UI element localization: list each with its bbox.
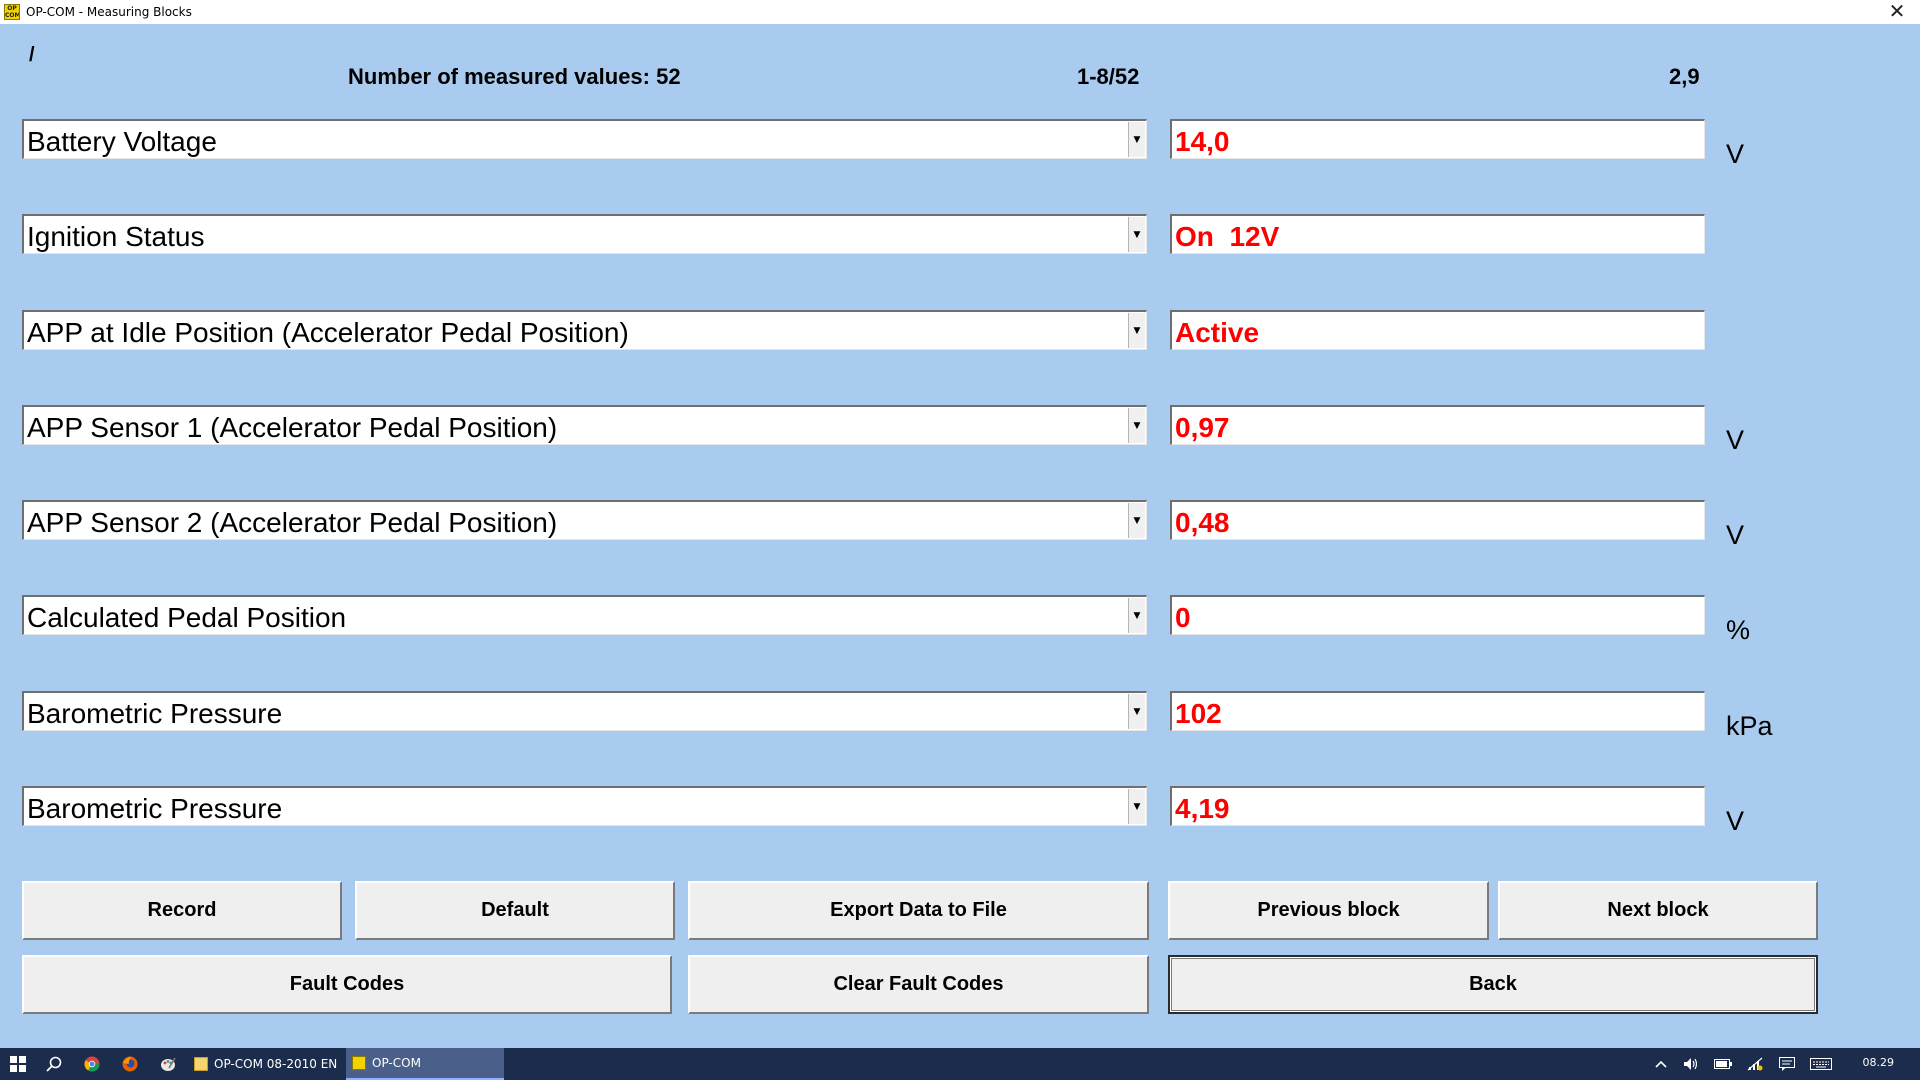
measured-values-count: Number of measured values: 52 [348, 64, 681, 89]
block-range: 1-8/52 [1077, 64, 1140, 89]
measurement-row: APP Sensor 1 (Accelerator Pedal Position… [0, 405, 1920, 455]
measurement-value: 14,0 [1175, 126, 1230, 157]
firefox-icon[interactable] [114, 1048, 146, 1080]
notification-icon[interactable] [1776, 1048, 1798, 1080]
measurement-name: Barometric Pressure [27, 698, 283, 729]
folder-icon [194, 1057, 208, 1071]
measurement-row: Ignition Status ▼ On 12V [0, 214, 1920, 256]
opcom-app-icon [352, 1056, 366, 1070]
chevron-down-icon[interactable]: ▼ [1128, 694, 1145, 729]
measurement-name: Ignition Status [27, 221, 205, 252]
measurement-name: APP Sensor 2 (Accelerator Pedal Position… [27, 507, 558, 538]
measurement-value: 102 [1175, 698, 1222, 729]
keyboard-icon[interactable] [1808, 1048, 1834, 1080]
breadcrumb-slash: / [29, 44, 35, 66]
measurement-value: 0,97 [1175, 412, 1230, 443]
default-button[interactable]: Default [355, 881, 675, 940]
taskbar: OP-COM 08-2010 EN OP-COM 08.29 [0, 1048, 1920, 1080]
measurement-select[interactable]: Ignition Status ▼ [22, 214, 1147, 254]
measurement-select[interactable]: Barometric Pressure ▼ [22, 786, 1147, 826]
measurement-unit: V [1726, 806, 1745, 836]
battery-icon[interactable] [1712, 1048, 1734, 1080]
measurement-value: 4,19 [1175, 793, 1230, 824]
next-block-button[interactable]: Next block [1498, 881, 1818, 940]
close-button[interactable]: ✕ [1884, 0, 1910, 24]
fault-codes-button[interactable]: Fault Codes [22, 955, 672, 1014]
record-button[interactable]: Record [22, 881, 342, 940]
measurement-name: Battery Voltage [27, 126, 217, 157]
chevron-down-icon[interactable]: ▼ [1128, 313, 1145, 348]
measurement-row: APP at Idle Position (Accelerator Pedal … [0, 310, 1920, 352]
clock[interactable]: 08.29 [1863, 1056, 1895, 1069]
measurement-name: Calculated Pedal Position [27, 602, 347, 633]
measurement-unit: V [1726, 139, 1745, 169]
measurement-name: Barometric Pressure [27, 793, 283, 824]
previous-block-button[interactable]: Previous block [1168, 881, 1489, 940]
speaker-icon[interactable] [1680, 1048, 1702, 1080]
measurement-select[interactable]: APP Sensor 2 (Accelerator Pedal Position… [22, 500, 1147, 540]
measurement-row: Calculated Pedal Position ▼ 0 % [0, 595, 1920, 645]
measurement-value-field: 14,0 [1170, 119, 1705, 159]
measurement-select[interactable]: APP Sensor 1 (Accelerator Pedal Position… [22, 405, 1147, 445]
measurement-value-field: Active [1170, 310, 1705, 350]
chevron-down-icon[interactable]: ▼ [1128, 598, 1145, 633]
taskbar-item-opcom-folder[interactable]: OP-COM 08-2010 EN [188, 1048, 346, 1080]
measurement-unit: V [1726, 520, 1745, 550]
refresh-time: 2,9 [1669, 64, 1700, 89]
taskbar-item-label: OP-COM [372, 1056, 421, 1070]
export-data-button[interactable]: Export Data to File [688, 881, 1149, 940]
measurement-name: APP Sensor 1 (Accelerator Pedal Position… [27, 412, 558, 443]
measurement-row: Barometric Pressure ▼ 102 kPa [0, 691, 1920, 741]
window-title: OP-COM - Measuring Blocks [26, 5, 192, 19]
measurement-unit: kPa [1726, 711, 1773, 741]
measurement-select[interactable]: APP at Idle Position (Accelerator Pedal … [22, 310, 1147, 350]
measurement-select[interactable]: Barometric Pressure ▼ [22, 691, 1147, 731]
measurement-name: APP at Idle Position (Accelerator Pedal … [27, 317, 629, 348]
measurement-row: Barometric Pressure ▼ 4,19 V [0, 786, 1920, 836]
taskbar-item-opcom[interactable]: OP-COM [346, 1048, 504, 1080]
measurement-value-field: On 12V [1170, 214, 1705, 254]
network-icon[interactable] [1744, 1048, 1766, 1080]
measurement-row: Battery Voltage ▼ 14,0 V [0, 119, 1920, 169]
paint-icon[interactable] [152, 1048, 184, 1080]
measurement-select[interactable]: Battery Voltage ▼ [22, 119, 1147, 159]
measurement-value-field: 0 [1170, 595, 1705, 635]
measurement-unit: % [1726, 615, 1751, 645]
search-icon[interactable] [38, 1048, 70, 1080]
measurement-value: On 12V [1175, 221, 1280, 252]
chrome-icon[interactable] [76, 1048, 108, 1080]
title-bar: OP COM OP-COM - Measuring Blocks ✕ [0, 0, 1920, 24]
measurement-select[interactable]: Calculated Pedal Position ▼ [22, 595, 1147, 635]
chevron-down-icon[interactable]: ▼ [1128, 217, 1145, 252]
clear-fault-codes-button[interactable]: Clear Fault Codes [688, 955, 1149, 1014]
measurement-value: 0,48 [1175, 507, 1230, 538]
measurement-value: Active [1175, 317, 1260, 348]
chevron-down-icon[interactable]: ▼ [1128, 408, 1145, 443]
taskbar-item-label: OP-COM 08-2010 EN [214, 1057, 338, 1071]
back-button[interactable]: Back [1168, 955, 1818, 1014]
measurement-value-field: 102 [1170, 691, 1705, 731]
opcom-app-icon: OP COM [4, 4, 20, 20]
measurement-unit: V [1726, 425, 1745, 455]
chevron-down-icon[interactable]: ▼ [1128, 789, 1145, 824]
measurement-value-field: 4,19 [1170, 786, 1705, 826]
measurement-value: 0 [1175, 602, 1191, 633]
chevron-down-icon[interactable]: ▼ [1128, 503, 1145, 538]
measurement-value-field: 0,97 [1170, 405, 1705, 445]
chevron-down-icon[interactable]: ▼ [1128, 122, 1145, 157]
measurement-value-field: 0,48 [1170, 500, 1705, 540]
chevron-up-icon[interactable] [1650, 1048, 1672, 1080]
measurement-row: APP Sensor 2 (Accelerator Pedal Position… [0, 500, 1920, 550]
windows-start-icon[interactable] [2, 1048, 34, 1080]
